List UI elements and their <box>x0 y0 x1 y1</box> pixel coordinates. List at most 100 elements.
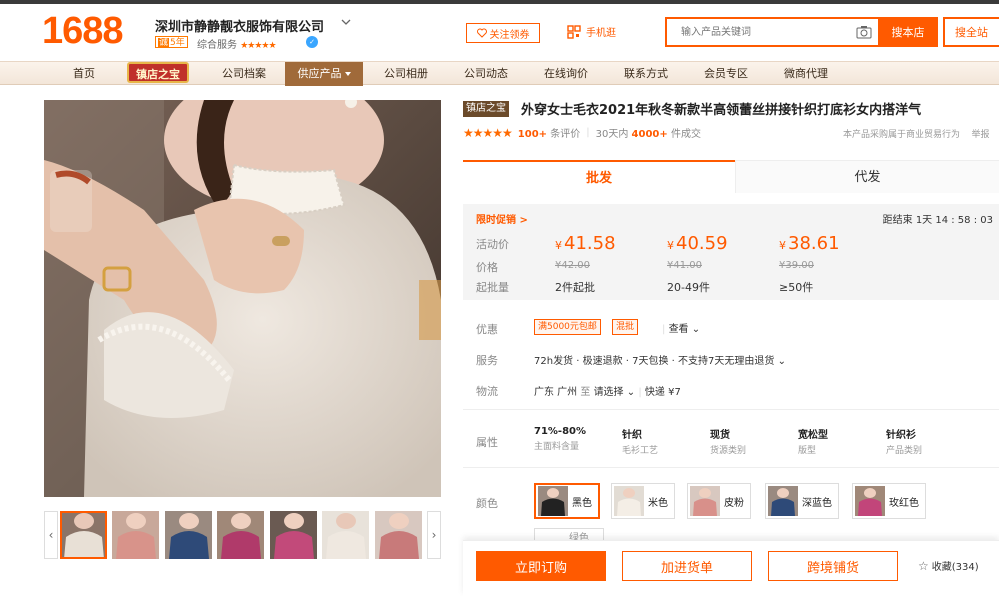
tab-dropship[interactable]: 代发 <box>735 160 999 193</box>
shipping-label: 物流 <box>476 385 498 398</box>
search-all-button[interactable]: 搜全站 <box>943 17 999 47</box>
thumb-prev-button[interactable]: ‹ <box>44 511 58 559</box>
tier-orig-price: ¥39.00 <box>779 260 814 271</box>
nav-inquiry[interactable]: 在线询价 <box>530 62 602 86</box>
attribute-item: 针织衫 产品类别 <box>886 430 923 456</box>
rating-stars: ★★★★★ <box>463 125 513 140</box>
color-option-navy[interactable]: 深蓝色 <box>765 483 839 519</box>
favorite-button[interactable]: ☆ 收藏(334) <box>918 558 979 574</box>
price-box: 限时促销 > 距结束 1天 14 : 58 : 03 活动价 价格 起批量 ¥4… <box>463 204 999 300</box>
search-box <box>665 17 878 47</box>
nav-products[interactable]: 供应产品 <box>285 62 363 86</box>
tier-price: ¥41.58 <box>555 233 616 254</box>
thumbnail[interactable] <box>217 511 264 559</box>
ship-from: 广东 广州 <box>534 387 578 398</box>
chevron-down-icon: ⌄ <box>777 356 786 367</box>
nav-album[interactable]: 公司相册 <box>370 62 442 86</box>
follow-coupon-button[interactable]: 关注领券 <box>466 23 540 43</box>
thumbnail-strip: ‹ › <box>44 511 441 559</box>
promo-link[interactable]: 限时促销 > <box>476 211 528 226</box>
shipping-info: 广东 广州 至 请选择 ⌄ | 快递 ¥7 <box>534 387 681 398</box>
caret-down-icon <box>344 72 351 76</box>
mobile-browse-link[interactable]: 手机逛 <box>567 24 616 39</box>
reviews-link[interactable]: 100+ 条评价 <box>518 125 580 140</box>
tier-qty: 20-49件 <box>667 281 710 294</box>
search-store-button[interactable]: 搜本店 <box>878 17 938 47</box>
service-rating: 综合服务 ★★★★★ <box>197 40 277 51</box>
nav-home[interactable]: 首页 <box>60 62 108 86</box>
nav-contact[interactable]: 联系方式 <box>610 62 682 86</box>
chevron-down-icon[interactable] <box>340 16 352 28</box>
thumbnail[interactable] <box>270 511 317 559</box>
nav-wechat-agent[interactable]: 微商代理 <box>770 62 842 86</box>
star-icon: ☆ <box>918 558 929 573</box>
attribute-item: 宽松型 版型 <box>798 430 828 456</box>
tier-qty: 2件起批 <box>555 281 595 294</box>
color-option-beige[interactable]: 米色 <box>611 483 675 519</box>
coupon-mixed[interactable]: 混批 <box>612 319 639 335</box>
heart-icon <box>476 28 487 38</box>
tier-orig-price: ¥42.00 <box>555 260 590 271</box>
color-option-black[interactable]: 黑色 <box>534 483 600 519</box>
offer-label: 优惠 <box>476 323 498 336</box>
divider <box>463 409 999 410</box>
logo-1688[interactable]: 1688 <box>42 10 124 53</box>
color-option-pink[interactable]: 皮粉 <box>687 483 751 519</box>
chevron-down-icon: ⌄ <box>626 387 636 398</box>
service-label: 服务 <box>476 354 498 367</box>
trade-note: 本产品采购属于商业贸易行为 举报 <box>843 130 990 140</box>
chevron-down-icon: ⌄ <box>691 324 701 335</box>
ship-to-select[interactable]: 请选择 ⌄ <box>594 387 636 398</box>
attribute-item: 71%-80% 主面料含量 <box>534 426 587 452</box>
moq-label: 起批量 <box>476 281 509 294</box>
color-option-rose[interactable]: 玫红色 <box>852 483 926 519</box>
rating-row: ★★★★★ 100+ 条评价 | 30天内 4000+ 件成交 <box>463 125 701 141</box>
nav-company-profile[interactable]: 公司档案 <box>208 62 280 86</box>
service-terms[interactable]: 72h发货 · 极速退款 · 7天包换 · 不支持7天无理由退货 ⌄ <box>534 352 786 367</box>
search-input[interactable] <box>667 19 847 45</box>
tier-price: ¥38.61 <box>779 233 840 254</box>
verified-icon: ✓ <box>306 36 318 48</box>
divider <box>463 467 999 468</box>
buy-now-button[interactable]: 立即订购 <box>476 551 606 581</box>
model-photo <box>44 100 441 497</box>
attributes-label: 属性 <box>476 436 498 449</box>
company-name[interactable]: 深圳市静静靓衣服饰有限公司 <box>155 16 324 35</box>
price-label: 价格 <box>476 261 498 274</box>
tier-price: ¥40.59 <box>667 233 728 254</box>
attribute-item: 针织 毛衫工艺 <box>622 430 659 456</box>
sales-info: 30天内 4000+ 件成交 <box>595 129 701 140</box>
title-badge: 镇店之宝 <box>463 101 509 117</box>
thumbnail[interactable] <box>60 511 107 559</box>
tier-orig-price: ¥41.00 <box>667 260 702 271</box>
nav-news[interactable]: 公司动态 <box>450 62 522 86</box>
thumbnail[interactable] <box>165 511 212 559</box>
product-title: 外穿女士毛衣2021年秋冬新款半高领蕾丝拼接针织打底衫女内搭洋气 <box>521 103 922 118</box>
tab-wholesale[interactable]: 批发 <box>463 160 735 193</box>
nav-treasure-badge[interactable]: 镇店之宝 <box>127 62 189 83</box>
thumbnail[interactable] <box>322 511 369 559</box>
year-badge: 诚 5年 <box>155 36 188 48</box>
offer-more-link[interactable]: | 查看 ⌄ <box>662 320 700 335</box>
camera-icon[interactable] <box>856 25 872 39</box>
report-link[interactable]: 举报 <box>971 130 989 140</box>
thumbnail[interactable] <box>112 511 159 559</box>
action-bar: 立即订购 加进货单 跨境铺货 ☆ 收藏(334) <box>463 540 999 596</box>
countdown-timer: 距结束 1天 14 : 58 : 03 <box>882 215 993 226</box>
thumb-next-button[interactable]: › <box>427 511 441 559</box>
express-fee: 快递 ¥7 <box>644 387 681 398</box>
tier-qty: ≥50件 <box>779 281 814 294</box>
add-to-cart-button[interactable]: 加进货单 <box>622 551 752 581</box>
color-label: 颜色 <box>476 497 498 510</box>
attribute-item: 现货 货源类别 <box>710 430 747 456</box>
promo-price-label: 活动价 <box>476 238 509 251</box>
purchase-tabs: 批发 代发 <box>463 160 999 193</box>
product-main-image[interactable] <box>44 100 441 497</box>
top-strip <box>0 0 999 4</box>
cross-border-button[interactable]: 跨境铺货 <box>768 551 898 581</box>
nav-members[interactable]: 会员专区 <box>690 62 762 86</box>
thumbnail[interactable] <box>375 511 422 559</box>
coupon-free-shipping[interactable]: 满5000元包邮 <box>534 319 601 335</box>
service-stars: ★★★★★ <box>240 41 276 51</box>
qrcode-icon <box>567 24 581 39</box>
